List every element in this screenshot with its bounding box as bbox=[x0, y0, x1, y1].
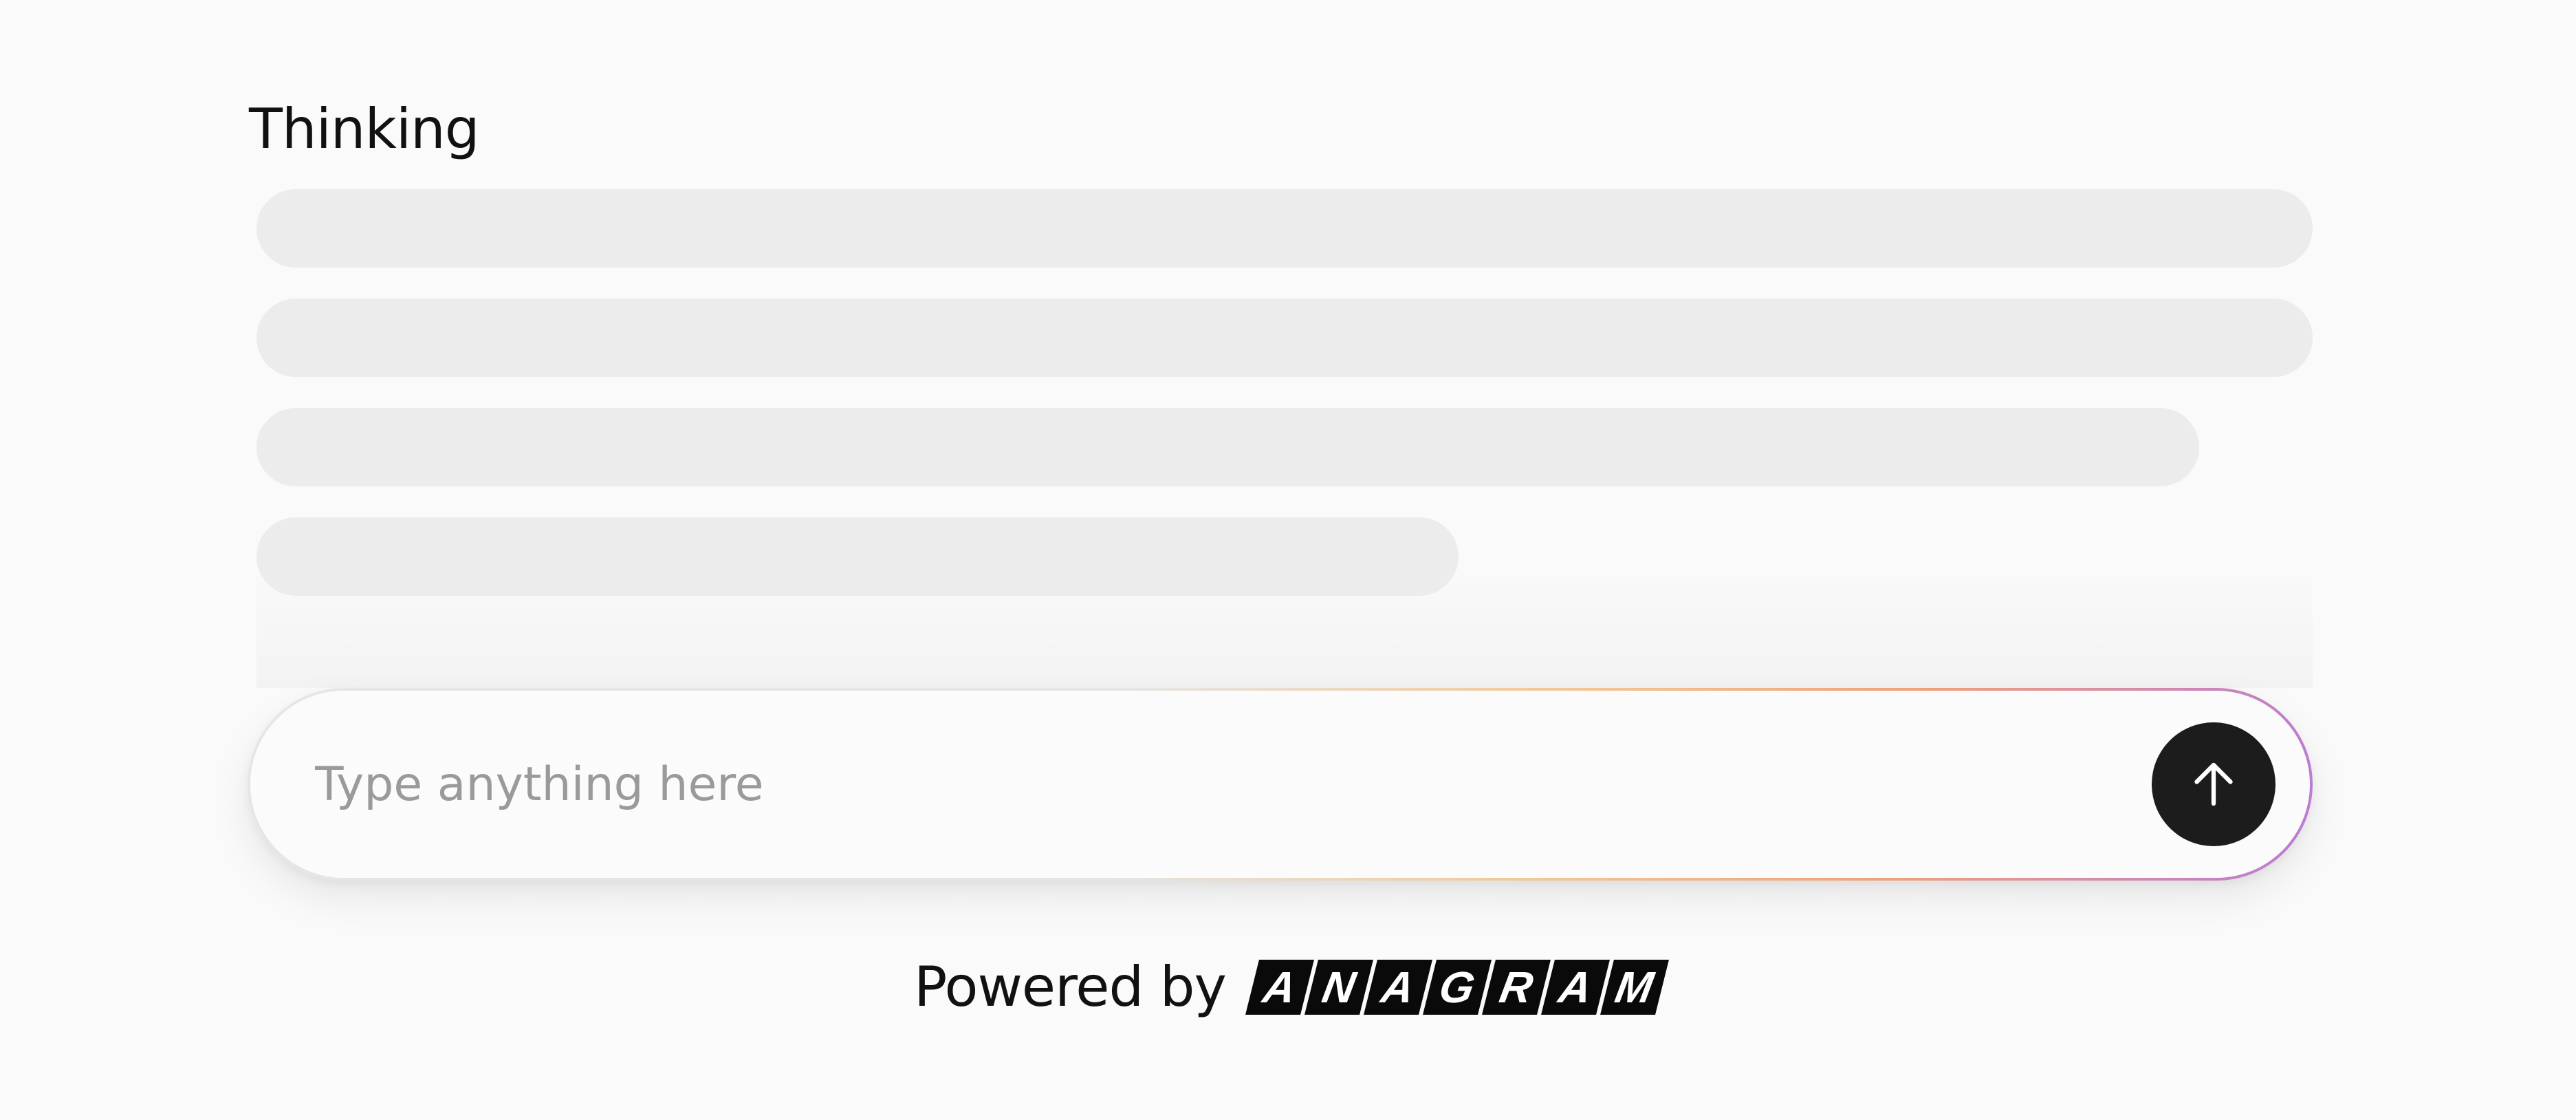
loading-skeleton-line-4 bbox=[256, 517, 1459, 596]
loading-skeleton-line-1 bbox=[256, 189, 2313, 268]
logo-letter: A bbox=[1245, 960, 1314, 1015]
anagram-logo: A N A G R A M bbox=[1245, 959, 1669, 1015]
loading-skeleton-line-3 bbox=[256, 408, 2199, 486]
logo-letter: M bbox=[1600, 960, 1669, 1015]
arrow-up-icon bbox=[2194, 762, 2233, 806]
logo-letter: A bbox=[1540, 960, 1610, 1015]
powered-by-label: Powered by bbox=[914, 955, 1227, 1019]
chat-page: Thinking Powered by A N A G R A M bbox=[0, 0, 2576, 1120]
message-input[interactable] bbox=[315, 691, 2103, 878]
chat-composer bbox=[248, 688, 2313, 881]
logo-letter: N bbox=[1304, 960, 1373, 1015]
loading-skeleton-line-2 bbox=[256, 299, 2313, 377]
logo-letter: R bbox=[1481, 960, 1551, 1015]
send-button[interactable] bbox=[2152, 722, 2275, 846]
powered-by-footer: Powered by A N A G R A M bbox=[0, 949, 2576, 1025]
logo-letter: A bbox=[1363, 960, 1432, 1015]
thinking-status-label: Thinking bbox=[249, 97, 480, 161]
chat-composer-inner bbox=[250, 691, 2310, 878]
logo-letter: G bbox=[1422, 960, 1492, 1015]
